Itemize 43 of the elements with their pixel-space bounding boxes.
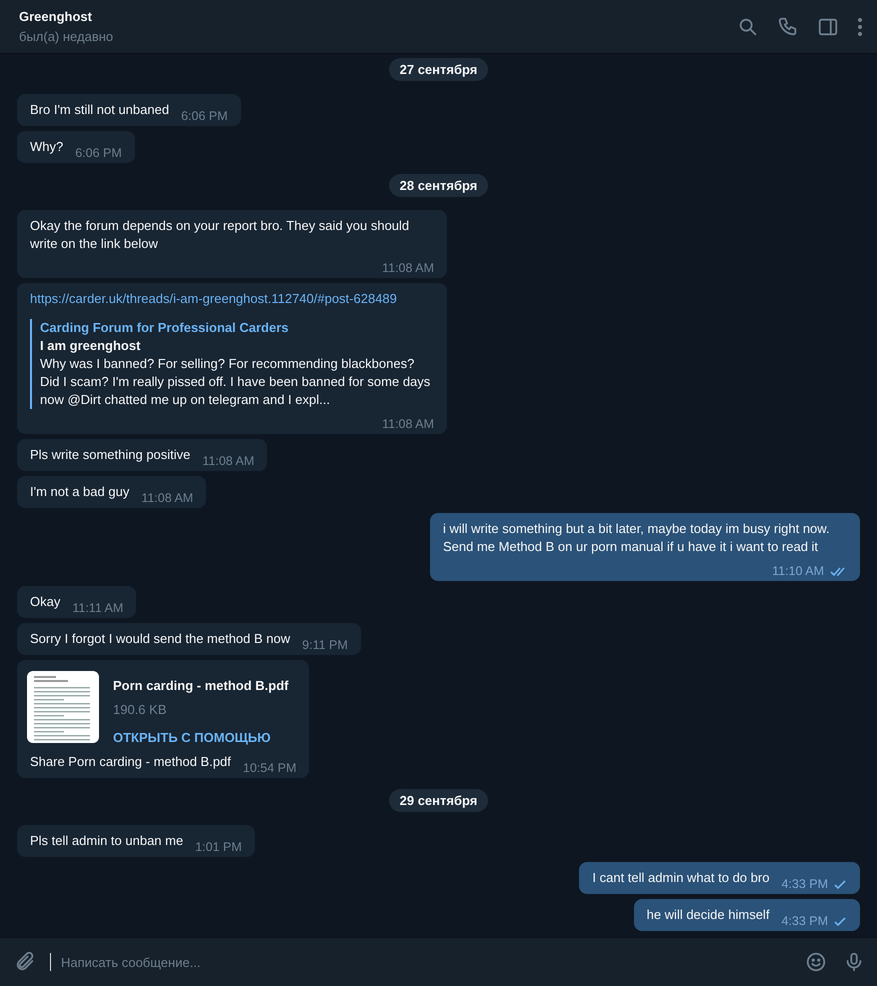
message-time: 1:01 PM bbox=[195, 839, 242, 856]
date-separator: 28 сентября bbox=[388, 174, 488, 197]
message-text: Pls write something positive bbox=[30, 446, 190, 464]
message-text: I'm not a bad guy bbox=[30, 483, 130, 501]
message-text: he will decide himself bbox=[646, 906, 770, 924]
date-separator: 29 сентября bbox=[388, 789, 488, 812]
emoji-icon[interactable] bbox=[805, 951, 827, 973]
message-text: Okay bbox=[30, 593, 60, 611]
preview-site: Carding Forum for Professional Carders bbox=[40, 319, 290, 337]
message-time: 4:33 PM bbox=[781, 913, 828, 930]
message-time: 6:06 PM bbox=[181, 108, 228, 125]
date-separator: 27 сентября bbox=[388, 58, 488, 81]
paperclip-icon[interactable] bbox=[14, 951, 36, 973]
more-icon[interactable] bbox=[857, 16, 863, 36]
message-caption: Share Porn carding - method B.pdf bbox=[30, 753, 231, 771]
message-text: Bro I'm still not unbaned bbox=[30, 101, 170, 119]
message-time: 11:08 AM bbox=[382, 260, 434, 277]
message-text: Pls tell admin to unban me bbox=[30, 832, 184, 850]
message-time: 9:11 PM bbox=[302, 637, 348, 654]
message-time: 11:08 AM bbox=[202, 453, 254, 470]
file-size: 190.6 KB bbox=[113, 701, 168, 719]
message-time: 11:08 AM bbox=[141, 490, 194, 507]
message-time: 10:54 PM bbox=[242, 760, 296, 777]
message-text: Why? bbox=[30, 138, 64, 156]
message-time: 11:08 AM bbox=[382, 416, 434, 433]
preview-description: Why was I banned? For selling? For recommending blackbones? Did I scam? I'm really pissed off. I have been banned for some days now @Dirt chatted me up on telegram and I expl... bbox=[40, 355, 432, 409]
message-time: 11:11 AM bbox=[72, 600, 124, 617]
message-time: 6:06 PM bbox=[75, 145, 122, 162]
preview-title: I am greenghost bbox=[40, 337, 142, 355]
message-time: 11:10 AM bbox=[772, 563, 824, 580]
message-time: 4:33 PM bbox=[781, 876, 828, 893]
file-name: Porn carding - method B.pdf bbox=[113, 677, 288, 695]
message-text: I cant tell admin what to do bro bbox=[592, 869, 770, 887]
message-text: Okay the forum depends on your report bro. They said you should write on the link below bbox=[30, 217, 410, 253]
message-text: Sorry I forgot I would send the method B now bbox=[30, 630, 290, 648]
message-link[interactable]: https://carder.uk/threads/i-am-greenghost.112740/#post-628489 bbox=[30, 291, 397, 306]
phone-icon[interactable] bbox=[777, 16, 799, 38]
open-with-button[interactable]: ОТКРЫТЬ С ПОМОЩЬЮ bbox=[113, 729, 288, 747]
message-composer[interactable]: Написать сообщение... bbox=[0, 937, 877, 986]
message-input[interactable]: Написать сообщение... bbox=[59, 954, 797, 970]
contact-name[interactable]: Greenghost bbox=[19, 9, 737, 24]
message-text: i will write something but a bit later, maybe today im busy right now. Send me Method B on ur porn manual if u have it i want to read it bbox=[443, 520, 831, 556]
last-seen-status: был(а) недавно bbox=[19, 29, 114, 44]
